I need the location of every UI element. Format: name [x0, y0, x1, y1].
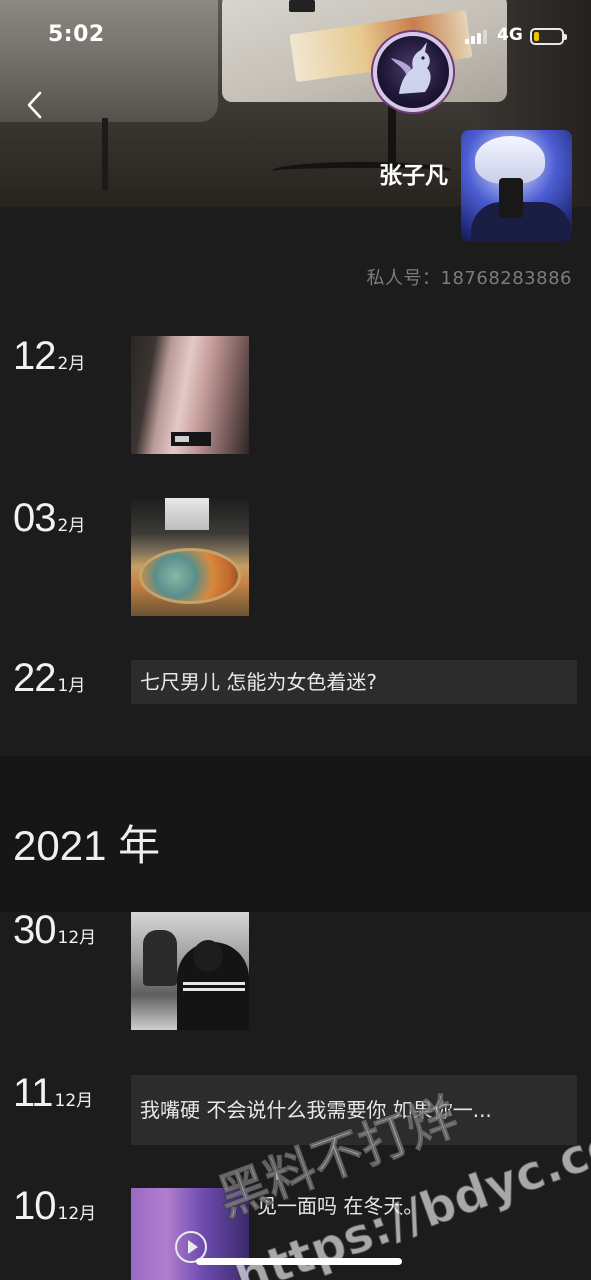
photo-thumbnail[interactable]	[131, 498, 249, 616]
battery-level	[534, 32, 539, 41]
entry-month: 12月	[57, 1204, 97, 1224]
cover-table-base	[388, 102, 396, 164]
entry-day: 22	[13, 656, 56, 700]
text-post[interactable]: 我嘴硬 不会说什么我需要你 如果你一...	[131, 1075, 577, 1145]
network-type: 4G	[497, 25, 523, 45]
photo-thumbnail[interactable]	[131, 912, 249, 1030]
entry-month: 12月	[57, 928, 97, 948]
entry-day: 03	[13, 496, 56, 540]
entry-month: 12月	[54, 1091, 94, 1111]
status-bar: 5:02 4G	[0, 0, 591, 70]
entry-date: 10 12月	[13, 1184, 96, 1229]
battery-icon	[530, 28, 567, 45]
entry-day: 12	[13, 334, 56, 378]
cover-sofa-leg	[102, 118, 108, 190]
private-number: 私人号：18768283886	[366, 268, 572, 289]
unicorn-logo-icon	[373, 32, 453, 112]
back-button[interactable]	[20, 88, 50, 122]
signal-icon	[465, 30, 487, 44]
photo-thumbnail[interactable]	[131, 336, 249, 454]
entry-date: 11 12月	[13, 1071, 93, 1116]
entry-date: 30 12月	[13, 908, 96, 953]
entry-date: 03 2月	[13, 496, 85, 541]
entry-month: 2月	[57, 354, 86, 374]
entry-date: 22 1月	[13, 656, 85, 701]
text-post[interactable]: 七尺男儿 怎能为女色着迷?	[131, 660, 577, 704]
entry-day: 30	[13, 908, 56, 952]
profile-name[interactable]: 张子凡	[300, 156, 448, 190]
entry-month: 2月	[57, 516, 86, 536]
year-label: 2021 年	[13, 822, 161, 869]
home-indicator[interactable]	[196, 1258, 402, 1265]
entry-month: 1月	[57, 676, 86, 696]
entry-day: 11	[13, 1071, 54, 1115]
chevron-left-icon	[27, 91, 42, 119]
video-caption[interactable]: 见一面吗 在冬天。	[257, 1190, 423, 1219]
entry-day: 10	[13, 1184, 56, 1228]
entry-date: 12 2月	[13, 334, 85, 379]
avatar[interactable]	[461, 130, 572, 241]
status-time: 5:02	[48, 22, 105, 47]
